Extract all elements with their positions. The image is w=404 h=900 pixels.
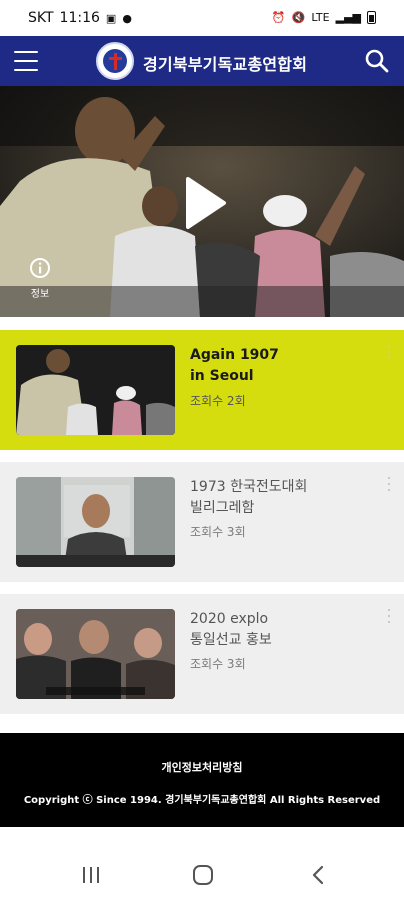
carrier: SKT — [28, 10, 54, 26]
system-nav-bar — [0, 850, 404, 900]
video-views: 조회수 2회 — [190, 394, 246, 408]
app-header: 경기북부기독교총연합회 — [0, 36, 404, 86]
status-bar: SKT 11:16 ▣ ● ⏰ 🔇 LTE ▂▄▆ — [0, 0, 404, 36]
video-list-item[interactable]: 1973 한국전도대회 빌리그레함 조회수 3회 — [0, 462, 404, 582]
video-views: 조회수 3회 — [190, 657, 246, 671]
video-thumbnail — [16, 345, 175, 435]
battery-icon — [367, 11, 376, 24]
logo[interactable] — [96, 42, 134, 80]
back-icon[interactable] — [308, 863, 328, 887]
more-vertical-icon[interactable] — [384, 477, 394, 497]
home-icon[interactable] — [191, 863, 215, 887]
copyright-text: Copyright ⓒ Since 1994. 경기북부기독교총연합회 All … — [23, 795, 381, 806]
video-title: 2020 explo 통일선교 홍보 — [190, 611, 272, 648]
status-left: SKT 11:16 ▣ ● — [28, 10, 132, 26]
status-right: ⏰ 🔇 LTE ▂▄▆ — [272, 11, 376, 24]
video-list-item[interactable]: Again 1907 in Seoul 조회수 2회 — [0, 330, 404, 450]
search-icon[interactable] — [364, 48, 390, 74]
play-icon[interactable] — [184, 175, 228, 231]
video-thumbnail — [16, 609, 175, 699]
info-label: 정보 — [30, 289, 50, 300]
footer: 개인정보처리방침 Copyright ⓒ Since 1994. 경기북부기독교… — [0, 733, 404, 827]
privacy-policy-link[interactable]: 개인정보처리방침 — [0, 759, 404, 775]
more-vertical-icon[interactable] — [384, 345, 394, 365]
video-thumbnail — [16, 477, 175, 567]
alarm-icon: ⏰ — [271, 11, 286, 24]
info-button[interactable]: 정보 — [26, 257, 54, 300]
network-label: LTE — [311, 11, 330, 24]
org-title[interactable]: 경기북부기독교총연합회 — [143, 51, 307, 75]
gallery-notification-icon: ▣ — [105, 11, 117, 25]
video-title: 1973 한국전도대회 빌리그레함 — [190, 479, 308, 516]
info-icon — [30, 258, 50, 278]
mute-icon: 🔇 — [291, 11, 306, 24]
video-views: 조회수 3회 — [190, 525, 246, 539]
video-list-item[interactable]: 2020 explo 통일선교 홍보 조회수 3회 — [0, 594, 404, 714]
hero-video[interactable]: 정보 — [0, 86, 404, 317]
recents-icon[interactable] — [80, 863, 102, 887]
clock: 11:16 — [59, 10, 100, 26]
menu-icon[interactable] — [14, 51, 38, 71]
video-title: Again 1907 in Seoul — [190, 347, 279, 384]
more-vertical-icon[interactable] — [384, 609, 394, 629]
chat-notification-icon: ● — [122, 11, 132, 25]
signal-icon: ▂▄▆ — [335, 11, 361, 24]
